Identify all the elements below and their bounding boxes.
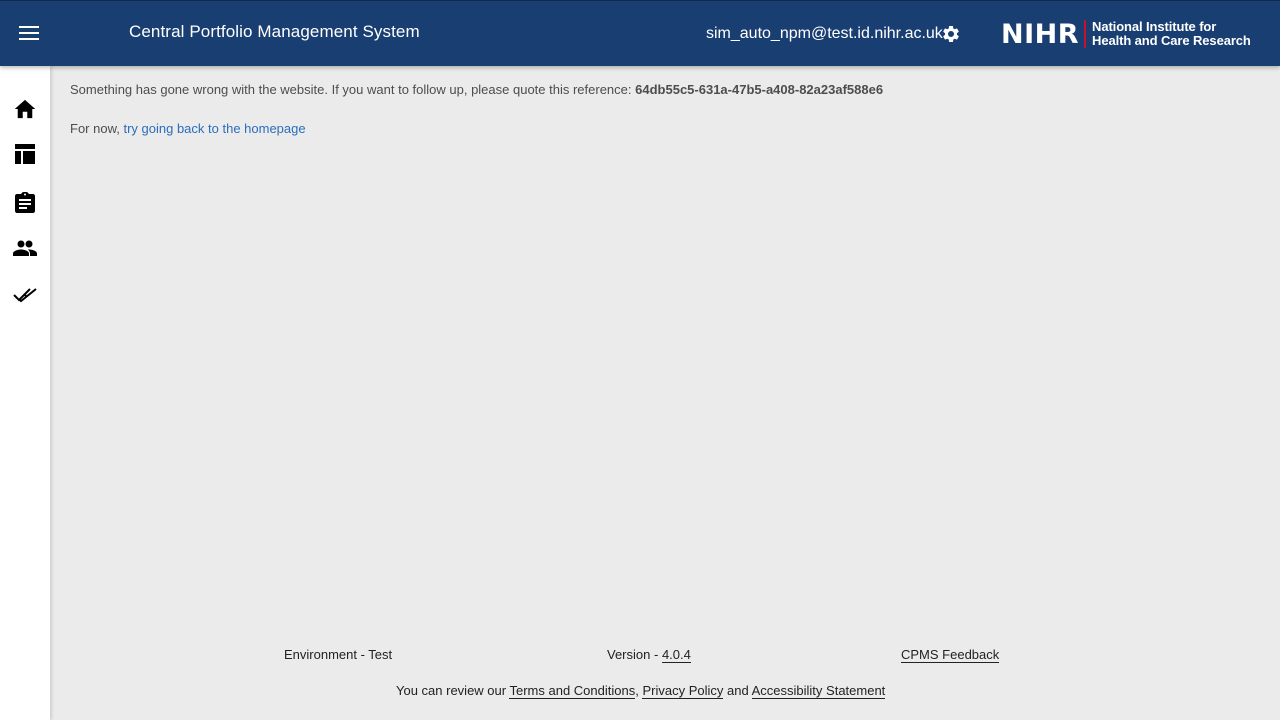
logo-divider xyxy=(1084,20,1087,48)
logo-wordmark: NIHR xyxy=(1001,18,1080,50)
table-icon[interactable] xyxy=(13,142,37,166)
home-icon[interactable] xyxy=(13,97,37,121)
legal-and: and xyxy=(727,683,749,698)
menu-icon[interactable] xyxy=(14,18,44,48)
legal-comma: , xyxy=(635,683,639,698)
followup-prefix: For now, xyxy=(70,121,120,136)
feedback-link[interactable]: CPMS Feedback xyxy=(901,647,1000,663)
sidebar-nav xyxy=(0,66,50,720)
feedback-container: CPMS Feedback xyxy=(901,647,1000,663)
clipboard-icon[interactable] xyxy=(13,190,37,214)
top-app-bar: Central Portfolio Management System sim_… xyxy=(0,0,1280,66)
version-prefix: Version - xyxy=(607,647,659,662)
logo-text: National Institute for Health and Care R… xyxy=(1092,20,1251,48)
double-check-icon[interactable] xyxy=(13,283,37,307)
error-text: Something has gone wrong with the websit… xyxy=(70,82,632,97)
error-content: Something has gone wrong with the websit… xyxy=(70,82,883,137)
footer-legal: You can review our Terms and Conditions,… xyxy=(396,683,886,699)
logo-line-1: National Institute for xyxy=(1092,19,1217,34)
homepage-link[interactable]: try going back to the homepage xyxy=(123,121,305,136)
gear-icon[interactable] xyxy=(940,23,962,45)
people-icon[interactable] xyxy=(13,236,37,260)
privacy-link[interactable]: Privacy Policy xyxy=(642,683,724,699)
error-message: Something has gone wrong with the websit… xyxy=(70,82,883,98)
error-reference: 64db55c5-631a-47b5-a408-82a23af588e6 xyxy=(635,82,884,97)
version-link[interactable]: 4.0.4 xyxy=(661,647,691,663)
followup-message: For now, try going back to the homepage xyxy=(70,121,883,137)
review-prefix: You can review our xyxy=(396,683,507,698)
version-info: Version - 4.0.4 xyxy=(607,647,691,663)
environment-label: Environment - Test xyxy=(284,647,393,662)
nihr-logo: NIHR National Institute for Health and C… xyxy=(1001,17,1251,51)
user-email[interactable]: sim_auto_npm@test.id.nihr.ac.uk xyxy=(706,25,943,43)
app-title: Central Portfolio Management System xyxy=(129,22,420,41)
accessibility-link[interactable]: Accessibility Statement xyxy=(751,683,886,699)
terms-link[interactable]: Terms and Conditions xyxy=(509,683,636,699)
logo-line-2: Health and Care Research xyxy=(1092,33,1251,48)
